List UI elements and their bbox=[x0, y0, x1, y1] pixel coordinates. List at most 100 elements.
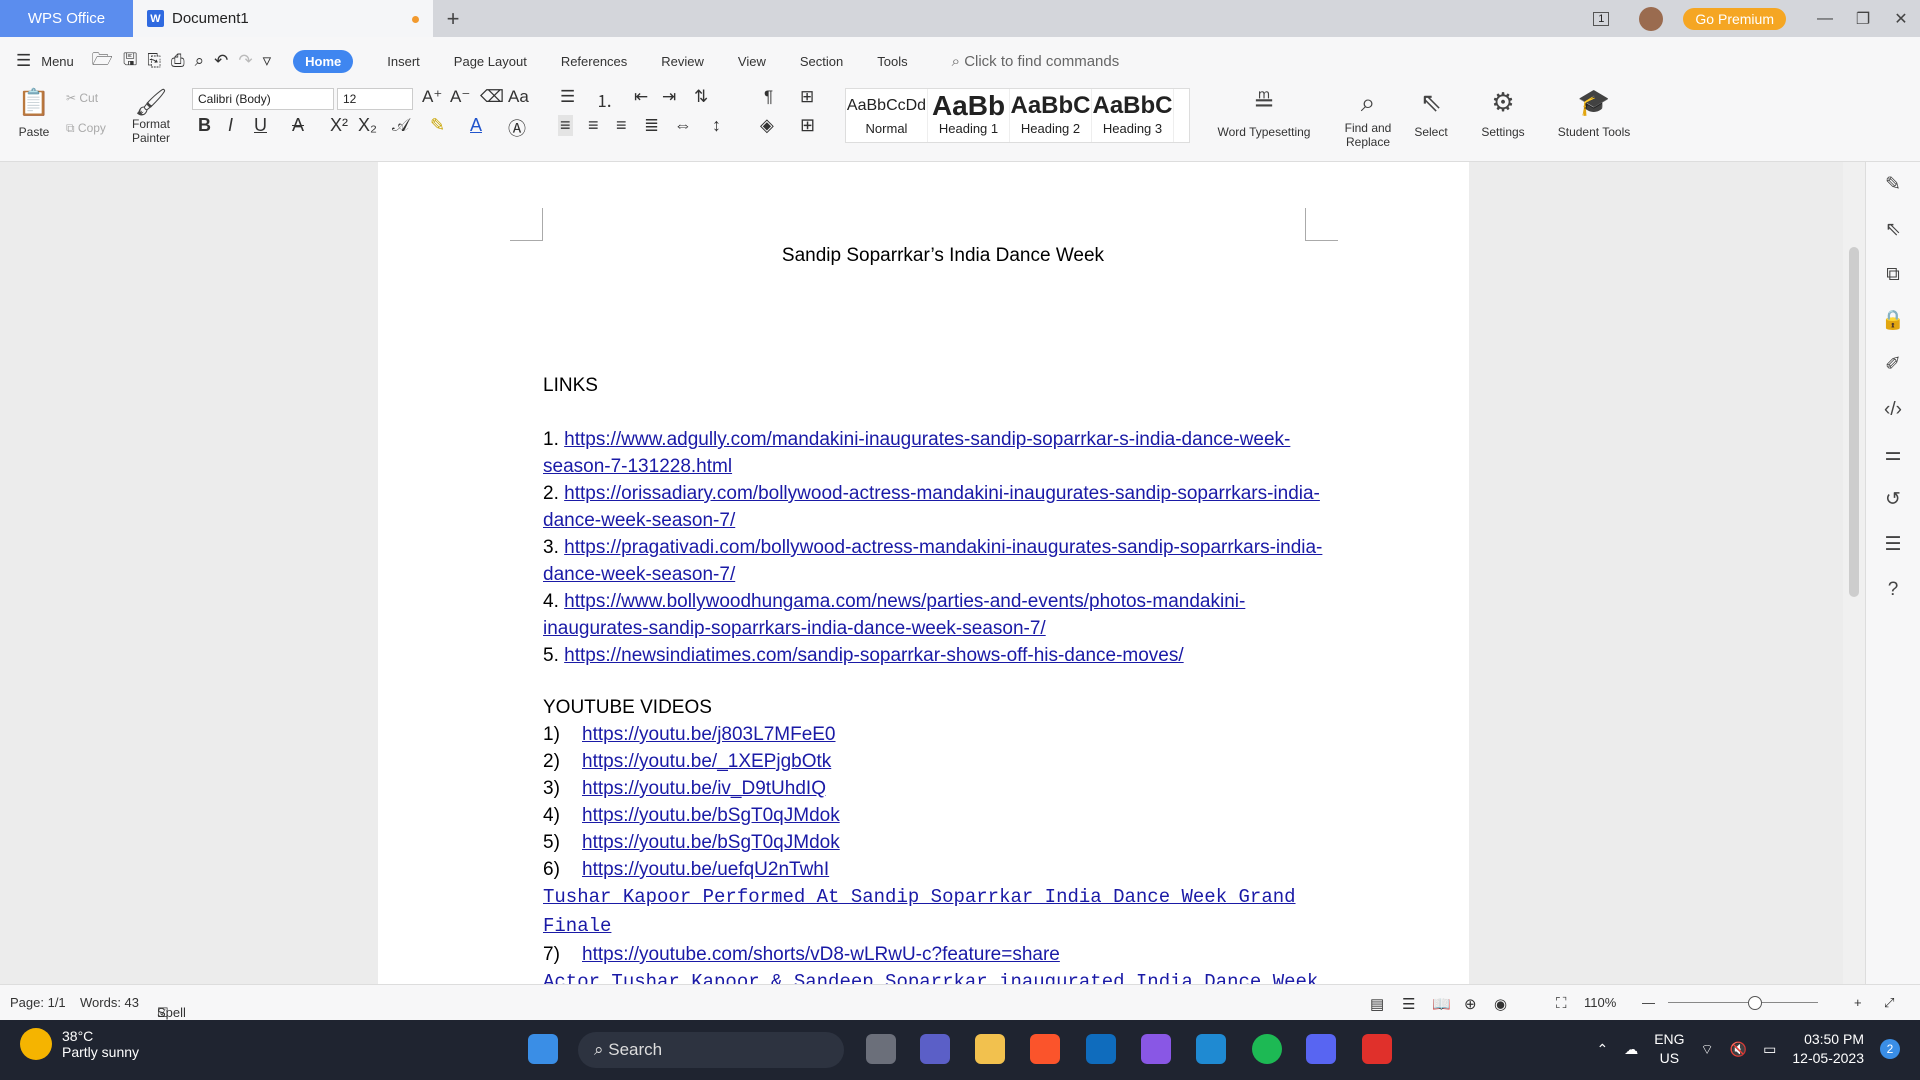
page-count-icon[interactable]: 1 bbox=[1593, 11, 1610, 26]
student-tools-button[interactable]: 🎓 Student Tools bbox=[1550, 87, 1638, 139]
hyperlink[interactable]: https://youtube.com/shorts/vD8-wLRwU-c?f… bbox=[582, 941, 1060, 968]
tab-stops-icon[interactable]: ⊞ bbox=[800, 87, 814, 107]
hyperlink[interactable]: https://www.bollywoodhungama.com/news/pa… bbox=[543, 591, 1245, 639]
discord-icon[interactable] bbox=[1306, 1034, 1336, 1064]
print-layout-icon[interactable]: ▤ bbox=[1370, 995, 1384, 1013]
teams-icon[interactable] bbox=[920, 1034, 950, 1064]
font-size-select[interactable]: 12 bbox=[337, 88, 413, 110]
strikethrough-icon[interactable]: A bbox=[292, 115, 304, 136]
sort-icon[interactable]: ⇅ bbox=[694, 87, 708, 107]
select-button[interactable]: ⇖ Select bbox=[1408, 87, 1454, 139]
hyperlink[interactable]: https://youtu.be/iv_D9tUhdIQ bbox=[582, 775, 826, 802]
clear-format-icon[interactable]: ⌫ bbox=[480, 87, 504, 107]
align-center-icon[interactable]: ≡ bbox=[588, 115, 599, 136]
align-left-icon[interactable]: ≡ bbox=[558, 115, 573, 136]
brave-browser-icon[interactable] bbox=[1030, 1034, 1060, 1064]
outlook-icon[interactable] bbox=[1086, 1034, 1116, 1064]
clock[interactable]: 03:50 PM 12-05-2023 bbox=[1792, 1030, 1864, 1068]
style-heading-1[interactable]: AaBb Heading 1 bbox=[928, 89, 1010, 142]
style-heading-3[interactable]: AaBbC Heading 3 bbox=[1092, 89, 1174, 142]
distribute-icon[interactable]: ⇔ bbox=[674, 115, 692, 136]
mute-icon[interactable]: 🔇 bbox=[1730, 1040, 1747, 1059]
document-tab[interactable]: W Document1 bbox=[133, 0, 433, 37]
format-painter-button[interactable]: 🖌 Format Painter bbox=[128, 87, 174, 145]
export-icon[interactable]: ⎘ bbox=[147, 51, 161, 71]
hyperlink[interactable]: https://orissadiary.com/bollywood-actres… bbox=[543, 483, 1320, 531]
tab-review[interactable]: Review bbox=[661, 54, 704, 69]
wifi-icon[interactable]: ⌔ bbox=[1701, 1040, 1714, 1059]
hyperlink[interactable]: https://www.adgully.com/mandakini-inaugu… bbox=[543, 429, 1290, 477]
grow-font-icon[interactable]: A⁺ bbox=[422, 87, 442, 107]
close-icon[interactable]: ✕ bbox=[1882, 9, 1920, 29]
hyperlink[interactable]: https://youtu.be/j803L7MFeE0 bbox=[582, 721, 836, 748]
tab-home[interactable]: Home bbox=[293, 49, 354, 73]
battery-icon[interactable]: ▭ bbox=[1763, 1040, 1776, 1059]
video-caption-link[interactable]: Tushar Kapoor Performed At Sandip Soparr… bbox=[543, 883, 1343, 941]
go-premium-button[interactable]: Go Premium bbox=[1683, 7, 1786, 30]
font-color-icon[interactable]: A bbox=[470, 115, 482, 136]
tab-page-layout[interactable]: Page Layout bbox=[454, 54, 527, 69]
spotify-icon[interactable] bbox=[1252, 1034, 1282, 1064]
hamburger-icon[interactable]: ☰ bbox=[16, 51, 31, 71]
zoom-in-icon[interactable]: + bbox=[1854, 995, 1862, 1010]
minimize-icon[interactable]: — bbox=[1806, 10, 1844, 28]
customize-icon[interactable]: ▿ bbox=[263, 51, 272, 71]
document-page[interactable]: Sandip Soparrkar’s India Dance Week LINK… bbox=[378, 162, 1469, 984]
italic-icon[interactable]: I bbox=[228, 115, 233, 136]
fullscreen-icon[interactable]: ⤢ bbox=[1884, 995, 1894, 1011]
restore-icon[interactable]: ❐ bbox=[1844, 9, 1882, 29]
zoom-slider-handle[interactable] bbox=[1748, 996, 1762, 1010]
decrease-indent-icon[interactable]: ⇤ bbox=[634, 87, 648, 107]
file-explorer-icon[interactable] bbox=[975, 1034, 1005, 1064]
vscode-icon[interactable] bbox=[1196, 1034, 1226, 1064]
scroll-thumb[interactable] bbox=[1849, 247, 1859, 597]
command-search[interactable]: ⌕ Click to find commands bbox=[952, 53, 1120, 70]
fit-page-icon[interactable]: ⛶ bbox=[1556, 995, 1567, 1012]
superscript-icon[interactable]: X² bbox=[330, 115, 348, 136]
cut-button[interactable]: ✂ Cut bbox=[66, 91, 98, 105]
web-layout-icon[interactable]: ⊕ bbox=[1464, 995, 1477, 1013]
line-spacing-icon[interactable]: ↕ bbox=[712, 115, 721, 136]
style-heading-2[interactable]: AaBbC Heading 2 bbox=[1010, 89, 1092, 142]
page-indicator[interactable]: Page: 1/1 bbox=[10, 995, 66, 1010]
edit-icon[interactable]: ✐ bbox=[1866, 342, 1920, 387]
wps-office-icon[interactable] bbox=[1362, 1034, 1392, 1064]
chevron-up-icon[interactable]: ⌃ bbox=[1596, 1040, 1608, 1059]
shrink-font-icon[interactable]: A⁻ bbox=[450, 87, 470, 107]
task-view-icon[interactable] bbox=[866, 1034, 896, 1064]
tab-tools[interactable]: Tools bbox=[877, 54, 907, 69]
tab-references[interactable]: References bbox=[561, 54, 627, 69]
char-border-icon[interactable]: Ⓐ bbox=[508, 115, 526, 141]
paste-button[interactable]: 📋 Paste bbox=[12, 87, 56, 139]
weather-widget[interactable]: 38°C Partly sunny bbox=[20, 1028, 139, 1060]
hyperlink[interactable]: https://pragativadi.com/bollywood-actres… bbox=[543, 537, 1322, 585]
sliders-icon[interactable]: ⚌ bbox=[1866, 432, 1920, 477]
video-caption-link[interactable]: Actor Tushar Kapoor & Sandeep Soparrkar … bbox=[543, 968, 1343, 984]
highlight-icon[interactable]: ✎ bbox=[430, 115, 445, 136]
print-icon[interactable]: ⎙ bbox=[171, 51, 185, 71]
language-indicator[interactable]: ENG US bbox=[1654, 1030, 1684, 1068]
bullets-icon[interactable]: ☰ bbox=[560, 87, 575, 107]
word-count[interactable]: Words: 43 bbox=[80, 995, 139, 1010]
notification-badge[interactable]: 2 bbox=[1880, 1039, 1900, 1059]
font-family-select[interactable]: Calibri (Body) bbox=[192, 88, 334, 110]
undo-icon[interactable]: ↶ bbox=[214, 51, 228, 71]
menu-button[interactable]: Menu bbox=[41, 54, 74, 69]
history-icon[interactable]: ↺ bbox=[1866, 477, 1920, 522]
zoom-out-icon[interactable]: — bbox=[1642, 995, 1655, 1010]
underline-icon[interactable]: U bbox=[254, 115, 267, 136]
redo-icon[interactable]: ↷ bbox=[238, 51, 252, 71]
lock-icon[interactable]: 🔒 bbox=[1866, 297, 1920, 342]
copy-button[interactable]: ⧉ Copy bbox=[66, 121, 106, 136]
shading-icon[interactable]: ◈ bbox=[760, 115, 774, 136]
pointer-icon[interactable]: ⇖ bbox=[1866, 207, 1920, 252]
new-tab-button[interactable]: + bbox=[433, 6, 473, 32]
outline-icon[interactable]: ☰ bbox=[1402, 995, 1415, 1013]
tab-view[interactable]: View bbox=[738, 54, 766, 69]
hyperlink[interactable]: https://youtu.be/uefqU2nTwhI bbox=[582, 856, 829, 883]
style-normal[interactable]: AaBbCcDd Normal bbox=[846, 89, 928, 142]
settings-button[interactable]: ⚙ Settings bbox=[1474, 87, 1532, 139]
hyperlink[interactable]: https://youtu.be/bSgT0qJMdok bbox=[582, 802, 840, 829]
hyperlink[interactable]: https://youtu.be/bSgT0qJMdok bbox=[582, 829, 840, 856]
cloud-icon[interactable]: ☁ bbox=[1624, 1040, 1638, 1059]
